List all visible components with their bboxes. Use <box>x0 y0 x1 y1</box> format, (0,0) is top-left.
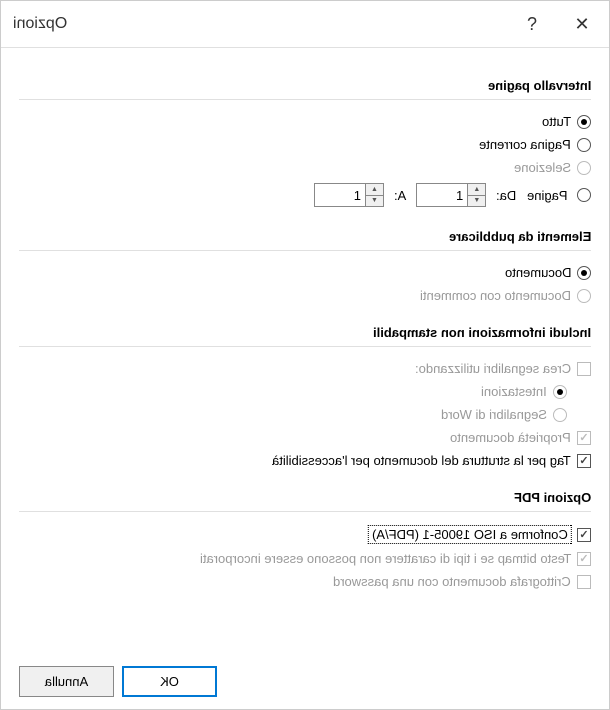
section-pdf-options: Opzioni PDF <box>514 490 591 505</box>
label-document: Documento <box>505 265 571 280</box>
checkbox-doc-properties <box>577 431 591 445</box>
radio-current-page[interactable] <box>577 138 591 152</box>
label-to: A: <box>394 188 406 203</box>
checkbox-bitmap-text <box>577 552 591 566</box>
label-doc-properties: Proprietà documento <box>450 430 571 445</box>
checkbox-encrypt <box>577 575 591 589</box>
spinner-from-down[interactable]: ▼ <box>468 196 485 207</box>
spinner-to-down[interactable]: ▼ <box>366 196 383 207</box>
titlebar: Opzioni ? ✕ <box>1 1 609 48</box>
options-dialog: Opzioni ? ✕ Intervallo pagine Tutto Pagi… <box>0 0 610 710</box>
checkbox-accessibility-tags[interactable] <box>577 454 591 468</box>
label-from: Da: <box>496 188 516 203</box>
ok-button[interactable]: OK <box>122 666 217 697</box>
spinner-from[interactable]: ▲ ▼ <box>416 183 486 207</box>
spinner-to[interactable]: ▲ ▼ <box>314 183 384 207</box>
close-icon[interactable]: ✕ <box>567 9 597 39</box>
label-all: Tutto <box>542 114 571 129</box>
spinner-to-up[interactable]: ▲ <box>366 184 383 196</box>
label-headings: Intestazioni <box>481 384 547 399</box>
label-bitmap-text: Testo bitmap se i tipi di carattere non … <box>200 551 571 566</box>
input-to[interactable] <box>315 184 365 206</box>
radio-all[interactable] <box>577 115 591 129</box>
label-encrypt: Crittografa documento con una password <box>333 574 571 589</box>
label-selection: Selezione <box>514 160 571 175</box>
help-icon[interactable]: ? <box>517 9 547 39</box>
label-word-bookmarks: Segnalibri di Word <box>441 407 547 422</box>
label-iso-conform: Conforme a ISO 19005-1 (PDF/A) <box>369 526 571 543</box>
radio-with-comments <box>577 289 591 303</box>
label-pages: Pagine <box>527 188 567 203</box>
section-nonprint: Includi informazioni non stampabili <box>373 325 591 340</box>
radio-word-bookmarks <box>553 408 567 422</box>
radio-pages[interactable] <box>577 188 591 202</box>
input-from[interactable] <box>417 184 467 206</box>
checkbox-create-bookmarks <box>577 362 591 376</box>
section-page-range: Intervallo pagine <box>488 78 591 93</box>
label-with-comments: Documento con commenti <box>420 288 571 303</box>
dialog-title: Opzioni <box>13 15 67 33</box>
label-create-bookmarks: Crea segnalibri utilizzando: <box>415 361 571 376</box>
radio-headings <box>553 385 567 399</box>
label-current-page: Pagina corrente <box>479 137 571 152</box>
checkbox-iso-conform[interactable] <box>577 528 591 542</box>
radio-selection <box>577 161 591 175</box>
dialog-footer: Annulla OK <box>1 654 609 709</box>
section-publish: Elementi da pubblicare <box>449 229 591 244</box>
radio-document[interactable] <box>577 266 591 280</box>
label-accessibility-tags: Tag per la struttura del documento per l… <box>272 453 571 468</box>
spinner-from-up[interactable]: ▲ <box>468 184 485 196</box>
cancel-button[interactable]: Annulla <box>19 666 114 697</box>
